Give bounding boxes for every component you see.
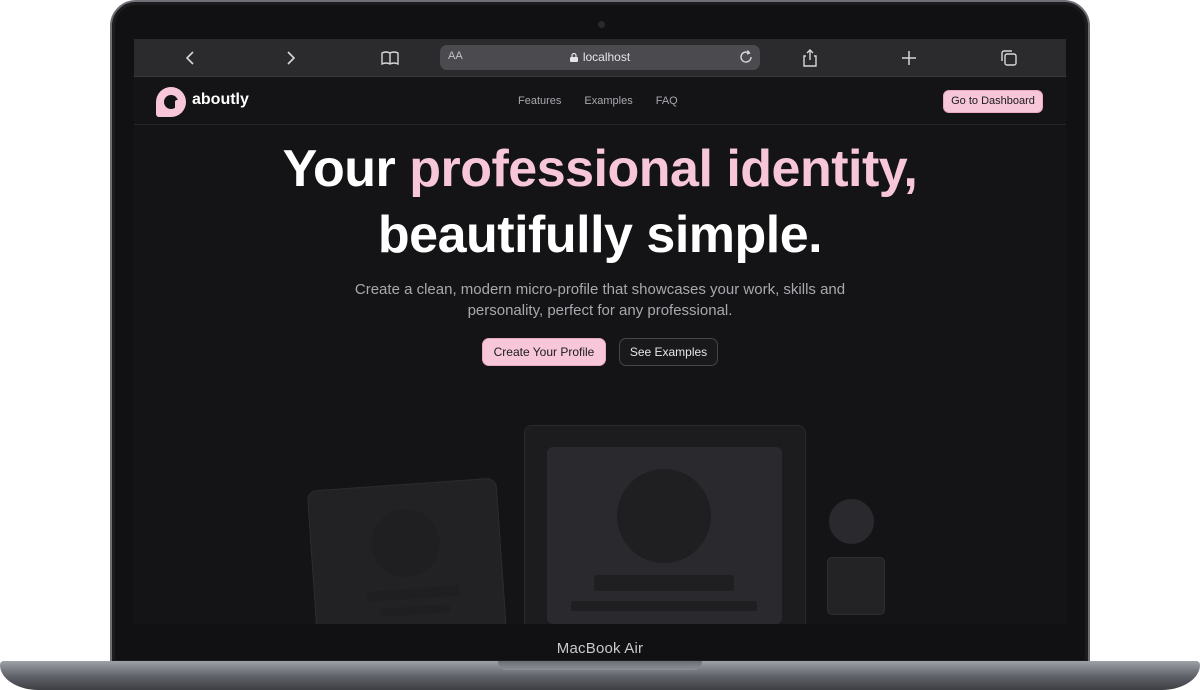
url-label: localhost: [582, 50, 631, 64]
go-to-dashboard-button[interactable]: Go to Dashboard: [943, 90, 1043, 113]
reload-icon[interactable]: [738, 49, 754, 65]
tabs-overview-icon[interactable]: [999, 48, 1019, 68]
logo-text[interactable]: aboutly: [192, 91, 249, 109]
browser-toolbar: AA localhost: [134, 39, 1066, 77]
nav-features[interactable]: Features: [518, 95, 561, 107]
card-avatar-placeholder: [369, 506, 442, 580]
new-tab-icon[interactable]: [899, 48, 919, 68]
main-nav: Features Examples FAQ: [518, 95, 678, 107]
mobile-card-illustration: [827, 557, 885, 615]
browser-screen: AA localhost aboutly Features Examples F…: [134, 39, 1066, 624]
camera-dot: [598, 21, 605, 28]
laptop-lid: AA localhost aboutly Features Examples F…: [110, 0, 1090, 665]
share-icon[interactable]: [800, 48, 820, 68]
aboutly-logo-icon[interactable]: [156, 87, 186, 117]
hero-title-accent: professional identity,: [409, 140, 918, 198]
nav-faq[interactable]: FAQ: [656, 95, 678, 107]
site-header: aboutly Features Examples FAQ Go to Dash…: [134, 77, 1066, 125]
nav-examples[interactable]: Examples: [584, 95, 632, 107]
profile-card-illustration: [306, 477, 508, 624]
create-profile-button[interactable]: Create Your Profile: [482, 338, 606, 366]
laptop-notch: [498, 661, 702, 670]
back-icon[interactable]: [181, 48, 201, 68]
mobile-avatar-illustration: [829, 499, 874, 544]
see-examples-button[interactable]: See Examples: [619, 338, 718, 366]
mockup-title-bar: [571, 601, 757, 611]
bookmarks-icon[interactable]: [380, 48, 400, 68]
hero-subtitle-line1: Create a clean, modern micro-profile tha…: [354, 281, 846, 298]
card-name-bar: [366, 585, 460, 602]
mockup-name-bar: [594, 575, 734, 591]
hero-subtitle-line2: personality, perfect for any professiona…: [467, 302, 733, 319]
hero-subtitle: Create a clean, modern micro-profile tha…: [340, 279, 860, 321]
url-text: localhost: [440, 50, 760, 64]
lock-icon: [569, 53, 578, 62]
card-title-bar: [380, 604, 451, 617]
hero-title-white: Your: [282, 140, 410, 198]
hero-title-line2: beautifully simple.: [377, 206, 823, 264]
mockup-avatar-placeholder: [617, 469, 711, 563]
forward-icon[interactable]: [280, 48, 300, 68]
address-bar[interactable]: AA localhost: [440, 45, 760, 70]
device-label: MacBook Air: [556, 640, 644, 657]
hero-title-line1: Your professional identity,: [134, 139, 1066, 199]
desktop-mockup-screen: [547, 447, 782, 624]
